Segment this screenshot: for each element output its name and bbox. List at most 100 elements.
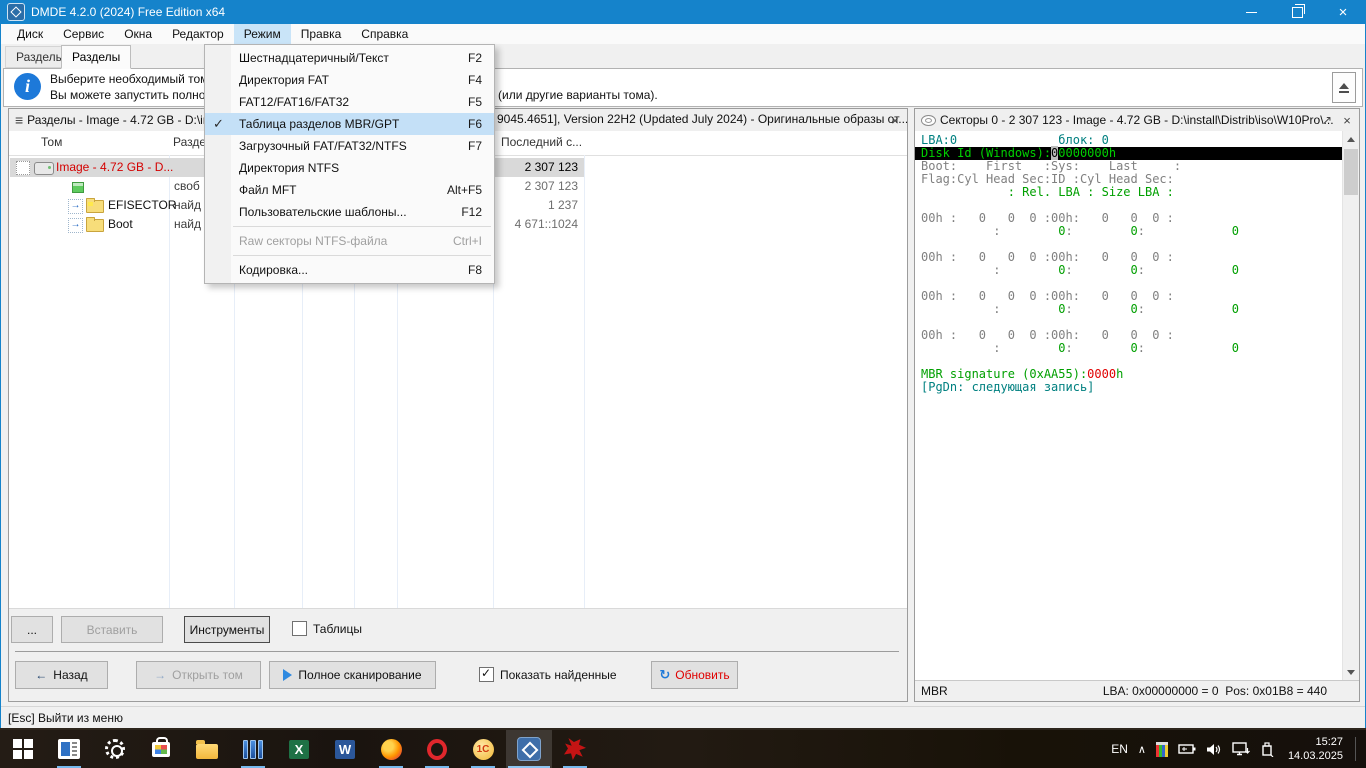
column-last-sector[interactable]: Последний с...: [501, 135, 582, 149]
tables-checkbox-row[interactable]: Таблицы: [292, 621, 362, 636]
hex-line: : Rel. LBA : Size LBA :: [921, 186, 1359, 199]
back-button[interactable]: ← Назад: [15, 661, 108, 689]
window-title: DMDE 4.2.0 (2024) Free Edition x64: [31, 5, 225, 19]
more-button[interactable]: ...: [11, 616, 53, 643]
column-volume[interactable]: Том: [41, 135, 62, 149]
panel-close-button[interactable]: ×: [887, 112, 903, 128]
row-label: Image - 4.72 GB - D...: [56, 160, 173, 174]
firefox-icon: [381, 739, 402, 760]
taskbar-settings[interactable]: [92, 730, 138, 768]
tab-partitions-2[interactable]: Разделы: [61, 45, 131, 69]
vertical-scrollbar[interactable]: [1342, 131, 1359, 681]
tables-checkbox[interactable]: [292, 621, 307, 636]
close-button[interactable]: ×: [1320, 0, 1366, 24]
usb-icon[interactable]: [1260, 742, 1274, 757]
network-icon[interactable]: [1232, 742, 1250, 756]
menu-item-encoding[interactable]: Кодировка...F8: [205, 259, 494, 281]
color-app-tray-icon[interactable]: [1156, 742, 1168, 757]
taskbar-red-app[interactable]: [552, 730, 598, 768]
tray-expand-icon[interactable]: ∧: [1138, 743, 1146, 756]
menu-disk[interactable]: Диск: [7, 24, 53, 44]
taskbar-word[interactable]: W: [322, 730, 368, 768]
battery-icon[interactable]: [1178, 743, 1196, 755]
taskbar-store[interactable]: [138, 730, 184, 768]
divider: [15, 651, 899, 652]
taskbar-winrar[interactable]: [230, 730, 276, 768]
panel-close-button[interactable]: ×: [1339, 112, 1355, 128]
menu-separator: [233, 226, 491, 227]
language-indicator[interactable]: EN: [1111, 742, 1128, 756]
menu-item-raw-ntfs-sectors[interactable]: Raw секторы NTFS-файлаCtrl+I: [205, 230, 494, 252]
open-volume-button[interactable]: → Открыть том: [136, 661, 261, 689]
hex-view[interactable]: LBA:0 блок: 0Disk Id (Windows):00000000h…: [915, 131, 1359, 681]
row-select-box[interactable]: [16, 161, 30, 175]
menu-item-boot-sector[interactable]: Загрузочный FAT/FAT32/NTFSF7: [205, 135, 494, 157]
refresh-button[interactable]: ↻ Обновить: [651, 661, 738, 689]
row-last-sector: 1 237: [548, 198, 578, 212]
disk-image-icon: [34, 162, 54, 175]
taskbar-dmde[interactable]: [506, 730, 552, 768]
windows-logo-icon: [13, 739, 33, 759]
1c-icon: 1С: [473, 739, 494, 760]
menu-windows[interactable]: Окна: [114, 24, 162, 44]
minimize-button[interactable]: [1228, 0, 1274, 24]
restore-icon: [1292, 7, 1303, 18]
menu-item-custom-templates[interactable]: Пользовательские шаблоны...F12: [205, 201, 494, 223]
system-tray: EN ∧ 15:27: [1111, 730, 1366, 768]
menu-item-ntfs-directory[interactable]: Директория NTFS: [205, 157, 494, 179]
info-line1: Выберите необходимый том: [50, 72, 208, 86]
hex-line: : 0: 0: 0: [921, 264, 1359, 277]
scroll-up-icon[interactable]: [1347, 137, 1355, 142]
start-button[interactable]: [0, 730, 46, 768]
taskbar-file-explorer[interactable]: [184, 730, 230, 768]
restore-button[interactable]: [1274, 0, 1320, 24]
show-found-checkbox[interactable]: [479, 667, 494, 682]
back-arrow-icon: ←: [35, 668, 47, 682]
screen: DMDE 4.2.0 (2024) Free Edition x64 × Дис…: [0, 0, 1366, 768]
found-volume-icon: →: [68, 218, 83, 233]
check-icon: ✓: [213, 116, 224, 132]
taskbar-opera[interactable]: [414, 730, 460, 768]
play-icon: [283, 669, 292, 681]
taskbar-firefox[interactable]: [368, 730, 414, 768]
menu-service[interactable]: Сервис: [53, 24, 114, 44]
taskbar-1c[interactable]: 1С: [460, 730, 506, 768]
mode-menu: Шестнадцатеричный/ТекстF2 Директория FAT…: [204, 44, 495, 284]
news-icon: [58, 739, 80, 759]
show-found-label: Показать найденные: [500, 668, 617, 682]
clock[interactable]: 15:27 14.03.2025: [1284, 735, 1343, 763]
volume-icon[interactable]: [1206, 743, 1222, 756]
menu-help[interactable]: Справка: [351, 24, 418, 44]
sectors-status-bar: MBR LBA: 0x00000000 = 0 Pos: 0x01B8 = 44…: [915, 680, 1359, 701]
menu-item-hex-text[interactable]: Шестнадцатеричный/ТекстF2: [205, 47, 494, 69]
insert-button[interactable]: Вставить: [61, 616, 163, 643]
taskbar-news-app[interactable]: [46, 730, 92, 768]
sectors-panel: Секторы 0 - 2 307 123 - Image - 4.72 GB …: [914, 108, 1360, 702]
menu-editor[interactable]: Редактор: [162, 24, 234, 44]
menu-mode[interactable]: Режим: [234, 24, 291, 44]
sectors-panel-header: Секторы 0 - 2 307 123 - Image - 4.72 GB …: [915, 109, 1359, 132]
taskbar-excel[interactable]: X: [276, 730, 322, 768]
menu-item-fat12-16-32[interactable]: FAT12/FAT16/FAT32F5: [205, 91, 494, 113]
menu-edit[interactable]: Правка: [291, 24, 352, 44]
dmde-icon: [517, 737, 541, 761]
show-found-checkbox-row[interactable]: Показать найденные: [479, 667, 617, 682]
scrollbar-thumb[interactable]: [1344, 149, 1358, 195]
panel-menu-icon[interactable]: ≡: [15, 112, 23, 128]
collapse-info-button[interactable]: [1332, 72, 1356, 103]
info-line2-cont: (или другие варианты тома).: [498, 88, 658, 102]
minimize-icon: [1246, 12, 1257, 13]
title-bar: DMDE 4.2.0 (2024) Free Edition x64 ×: [0, 0, 1366, 24]
tables-checkbox-label: Таблицы: [313, 622, 362, 636]
menu-item-fat-directory[interactable]: Директория FATF4: [205, 69, 494, 91]
menu-item-mft-file[interactable]: Файл MFTAlt+F5: [205, 179, 494, 201]
tools-button[interactable]: Инструменты: [184, 616, 270, 643]
menu-item-partition-table[interactable]: ✓Таблица разделов MBR/GPTF6: [205, 113, 494, 135]
hex-line: : 0: 0: 0: [921, 303, 1359, 316]
panel-maximize-button[interactable]: ↗: [1319, 112, 1335, 128]
row-label: Boot: [108, 217, 133, 231]
scroll-down-icon[interactable]: [1347, 670, 1355, 675]
full-scan-button[interactable]: Полное сканирование: [269, 661, 436, 689]
partitions-panel-title: Разделы - Image - 4.72 GB - D:\in: [27, 113, 209, 127]
show-desktop-button[interactable]: [1355, 737, 1356, 761]
